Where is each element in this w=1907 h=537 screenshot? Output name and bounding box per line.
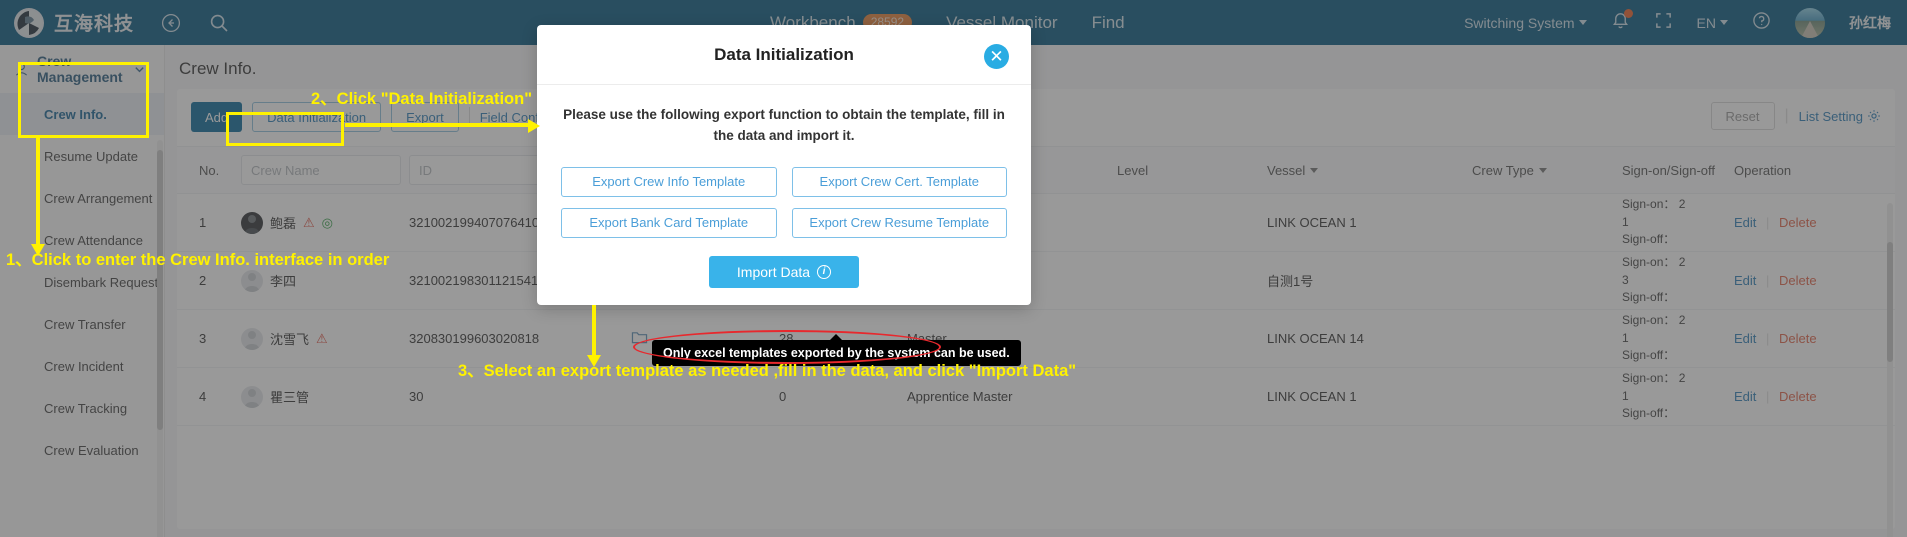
export-crew-cert-template-button[interactable]: Export Crew Cert. Template	[791, 166, 1007, 197]
modal-title: Data Initialization	[714, 44, 854, 64]
modal-description: Please use the following export function…	[563, 107, 1005, 143]
import-data-tooltip: Only excel templates exported by the sys…	[652, 340, 1021, 366]
import-row: Import Data i	[561, 255, 1007, 288]
import-data-button[interactable]: Import Data i	[708, 255, 860, 288]
modal-header: Data Initialization ✕	[537, 25, 1031, 85]
import-data-label: Import Data	[736, 263, 811, 280]
info-icon: i	[817, 264, 832, 279]
app-root: 互海科技 Workbench 28592 Vessel Monitor Find	[0, 0, 1907, 537]
export-crew-resume-template-button[interactable]: Export Crew Resume Template	[791, 207, 1007, 238]
modal-body: Please use the following export function…	[537, 85, 1031, 288]
template-button-grid: Export Crew Info Template Export Crew Ce…	[561, 166, 1007, 238]
data-initialization-modal: Data Initialization ✕ Please use the fol…	[537, 25, 1031, 305]
export-bank-card-template-button[interactable]: Export Bank Card Template	[561, 207, 777, 238]
close-icon[interactable]: ✕	[984, 44, 1009, 69]
export-crew-info-template-button[interactable]: Export Crew Info Template	[561, 166, 777, 197]
